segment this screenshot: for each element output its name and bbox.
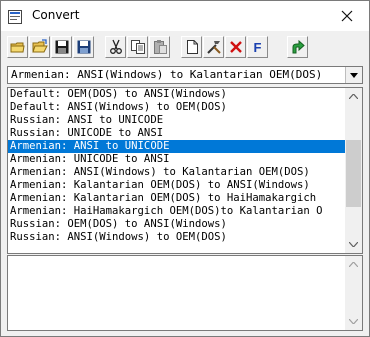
- output-text-area[interactable]: [7, 255, 363, 331]
- run-arrow-icon: [292, 39, 305, 54]
- conversion-list[interactable]: Default: OEM(DOS) to ANSI(Windows) Defaul…: [7, 87, 363, 254]
- list-item[interactable]: Default: ANSI(Windows) to OEM(DOS): [8, 101, 347, 114]
- toolbar: F: [7, 36, 367, 58]
- edit-tools-icon: [206, 41, 221, 54]
- open-button[interactable]: [29, 36, 50, 58]
- list-item[interactable]: Russian: ANSI to UNICODE: [8, 114, 347, 127]
- scroll-down-button[interactable]: [345, 236, 362, 253]
- chevron-down-icon: [350, 72, 358, 78]
- save-as-icon: [77, 40, 90, 54]
- paste-button[interactable]: [149, 36, 170, 58]
- new-document-icon: [186, 40, 198, 54]
- new-file-icon: [10, 42, 25, 53]
- list-item[interactable]: Russian: UNICODE to ANSI: [8, 127, 347, 140]
- title-bar[interactable]: Convert: [1, 1, 369, 31]
- output-scroll-down-button[interactable]: [345, 313, 362, 330]
- list-item[interactable]: Armenian: ANSI(Windows) to Kalantarian O…: [8, 166, 347, 179]
- scroll-down-icon: [349, 242, 358, 247]
- list-item[interactable]: Armenian: Kalantarian OEM(DOS) to ANSI(W…: [8, 179, 347, 192]
- close-button[interactable]: [325, 1, 369, 31]
- scroll-down-icon: [349, 319, 358, 324]
- list-item[interactable]: Russian: ANSI(Windows) to OEM(DOS): [8, 231, 347, 244]
- cut-icon: [109, 39, 122, 54]
- new-document-button[interactable]: [181, 36, 202, 58]
- font-button[interactable]: F: [247, 36, 268, 58]
- scroll-up-icon: [349, 262, 358, 267]
- open-folder-icon: [31, 39, 48, 53]
- list-item[interactable]: Armenian: Kalantarian OEM(DOS) to HaiHam…: [8, 192, 347, 205]
- copy-icon: [130, 40, 145, 54]
- new-file-button[interactable]: [7, 36, 28, 58]
- conversion-list-items: Default: OEM(DOS) to ANSI(Windows) Defaul…: [8, 88, 347, 244]
- font-icon: F: [253, 39, 262, 55]
- cut-button[interactable]: [105, 36, 126, 58]
- save-as-button[interactable]: [73, 36, 94, 58]
- scroll-thumb[interactable]: [346, 140, 361, 207]
- run-button[interactable]: [287, 36, 308, 58]
- output-scroll-up-button[interactable]: [345, 256, 362, 273]
- close-icon: [341, 10, 353, 22]
- list-item[interactable]: Armenian: ANSI to UNICODE: [8, 140, 347, 153]
- list-item[interactable]: Russian: OEM(DOS) to ANSI(Windows): [8, 218, 347, 231]
- convert-window: Convert F Armenian: ANSI(Windows) to Kal…: [0, 0, 370, 337]
- list-item[interactable]: Armenian: UNICODE to ANSI: [8, 153, 347, 166]
- copy-button[interactable]: [127, 36, 148, 58]
- list-item[interactable]: Default: OEM(DOS) to ANSI(Windows): [8, 88, 347, 101]
- window-title: Convert: [32, 8, 80, 22]
- dropdown-button[interactable]: [345, 67, 362, 83]
- conversion-select-value: Armenian: ANSI(Windows) to Kalantarian O…: [11, 68, 323, 81]
- delete-icon: [229, 41, 242, 53]
- edit-tools-button[interactable]: [203, 36, 224, 58]
- scroll-up-icon: [349, 94, 358, 99]
- list-scrollbar[interactable]: [345, 88, 362, 253]
- output-scrollbar[interactable]: [345, 256, 362, 330]
- paste-icon: [153, 40, 167, 54]
- save-button[interactable]: [51, 36, 72, 58]
- conversion-select[interactable]: Armenian: ANSI(Windows) to Kalantarian O…: [7, 66, 363, 84]
- scroll-up-button[interactable]: [345, 88, 362, 105]
- convert-app-icon: [8, 9, 22, 24]
- list-item[interactable]: Armenian: HaiHamakargich OEM(DOS)to Kala…: [8, 205, 347, 218]
- save-icon: [55, 40, 68, 54]
- delete-button[interactable]: [225, 36, 246, 58]
